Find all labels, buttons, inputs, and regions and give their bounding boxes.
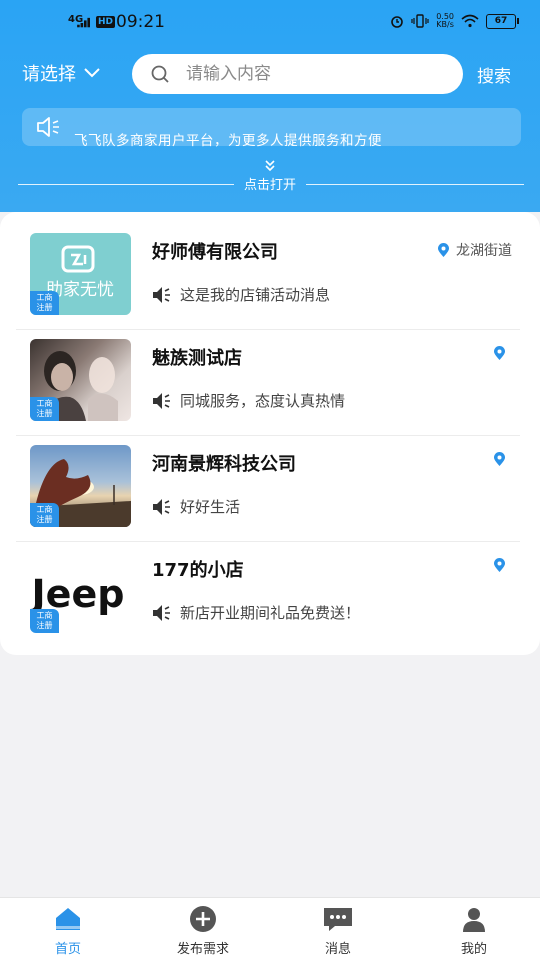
shop-location-label: 龙湖街道 — [456, 243, 512, 259]
notice-text: 飞飞队多商家用户平台，为更多人提供服务和方便 — [74, 133, 382, 149]
shop-message-text: 新店开业期间礼品免费送！ — [180, 604, 361, 622]
search-icon — [151, 65, 169, 83]
tab-bar: 首页 发布需求 消息 我的 — [0, 897, 540, 960]
location-pin-icon — [494, 346, 505, 360]
shop-name: 好师傅有限公司 — [152, 242, 278, 263]
shop-message-text: 同城服务，态度认真热情 — [180, 392, 346, 410]
search-button[interactable]: 搜索 — [477, 62, 511, 87]
location-pin-icon — [438, 242, 449, 257]
notice-bar[interactable]: 飞飞队多商家用户平台，为更多人提供服务和方便 — [22, 108, 521, 149]
shop-name: 魅族测试店 — [152, 348, 242, 369]
shop-location — [493, 346, 512, 361]
clock: 09:21 — [116, 12, 165, 32]
user-icon — [463, 908, 485, 932]
location-pin-icon — [494, 558, 505, 572]
speaker-icon — [153, 604, 170, 621]
shop-item[interactable]: 工商 注册 魅族测试店 同城服务，态度认真热情 — [16, 330, 520, 436]
shop-message: 好好生活 — [152, 496, 240, 517]
speaker-icon — [37, 117, 59, 137]
tab-publish-label: 发布需求 — [176, 942, 229, 957]
shop-location: 龙湖街道 — [437, 240, 512, 260]
speaker-icon — [153, 498, 170, 515]
vibrate-icon — [411, 14, 429, 28]
registered-badge: 工商 注册 — [30, 503, 59, 527]
alarm-icon — [391, 16, 403, 28]
tab-publish[interactable]: 发布需求 — [153, 904, 253, 960]
tab-home-label: 首页 — [54, 942, 81, 957]
shop-item[interactable]: Jeep 工商 注册 177的小店 新店开业期间礼品免费送！ — [16, 542, 520, 648]
shop-message: 这是我的店铺活动消息 — [152, 284, 330, 305]
tab-profile-label: 我的 — [460, 942, 487, 957]
shop-location — [493, 558, 512, 573]
shop-thumbnail: 助家无忧 工商 注册 — [30, 233, 131, 315]
hd-badge: HD — [96, 16, 116, 28]
wifi-icon — [461, 14, 479, 28]
shop-message-text: 好好生活 — [180, 498, 241, 516]
search-box[interactable] — [132, 54, 463, 94]
double-chevron-down-icon[interactable] — [264, 160, 276, 172]
shop-thumbnail: 工商 注册 — [30, 339, 131, 421]
tab-home[interactable]: 首页 — [18, 904, 118, 960]
battery-indicator: 67 — [486, 13, 519, 29]
tab-profile[interactable]: 我的 — [424, 904, 524, 960]
shop-name: 河南景辉科技公司 — [152, 454, 296, 475]
network-speed: 0.50 KB/s — [436, 12, 454, 29]
plus-circle-icon — [190, 906, 216, 932]
home-icon — [56, 908, 80, 930]
shop-list: 助家无忧 工商 注册 好师傅有限公司 龙湖街道 这是我的店铺活动消息 工商 注册 魅… — [0, 212, 540, 655]
location-pin-icon — [494, 452, 505, 466]
chevron-down-icon — [84, 68, 100, 78]
signal-icon — [77, 17, 90, 28]
search-input[interactable] — [186, 64, 426, 84]
shop-item[interactable]: 助家无忧 工商 注册 好师傅有限公司 龙湖街道 这是我的店铺活动消息 — [16, 224, 520, 330]
shop-message: 同城服务，态度认真热情 — [152, 390, 345, 411]
tab-messages-label: 消息 — [324, 942, 351, 957]
shop-thumbnail: 工商 注册 — [30, 445, 131, 527]
registered-badge: 工商 注册 — [30, 291, 59, 315]
tab-messages[interactable]: 消息 — [288, 904, 388, 960]
shop-location — [493, 452, 512, 467]
shop-message: 新店开业期间礼品免费送！ — [152, 602, 360, 623]
location-select[interactable]: 请选择 — [22, 60, 100, 86]
shop-name: 177的小店 — [152, 560, 244, 581]
registered-badge: 工商 注册 — [30, 397, 59, 421]
location-select-label: 请选择 — [22, 64, 76, 85]
speaker-icon — [153, 392, 170, 409]
header: 4G HD 09:21 0.50KB/s 67 请选择 搜索 飞飞队多商家用户平… — [0, 0, 540, 212]
chat-bubble-icon — [324, 908, 352, 931]
speaker-icon — [153, 286, 170, 303]
divider-right — [306, 184, 524, 185]
shop-message-text: 这是我的店铺活动消息 — [180, 286, 331, 304]
status-bar: 4G HD 09:21 0.50 KB/s 67 — [0, 0, 540, 46]
registered-badge: 工商 注册 — [30, 609, 59, 633]
shop-thumbnail: Jeep 工商 注册 — [30, 551, 131, 633]
shop-item[interactable]: 工商 注册 河南景辉科技公司 好好生活 — [16, 436, 520, 542]
